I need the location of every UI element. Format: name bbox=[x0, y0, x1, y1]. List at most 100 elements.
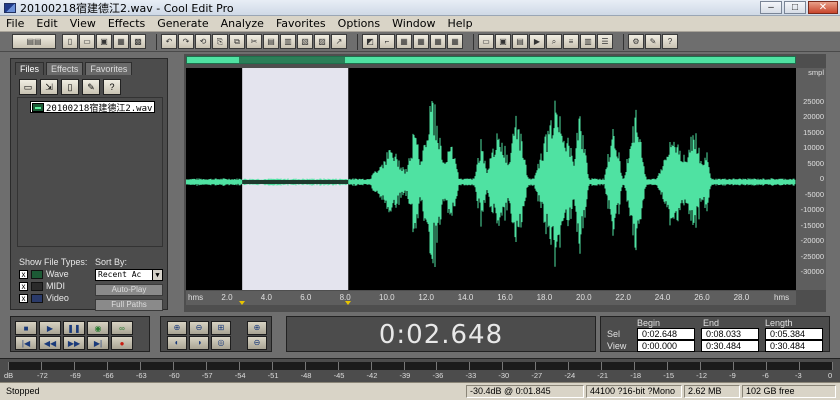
play-preview-icon[interactable]: ▶ bbox=[529, 34, 545, 49]
selection-begin-marker[interactable] bbox=[239, 301, 246, 305]
tab-favorites[interactable]: Favorites bbox=[85, 62, 133, 75]
loop-icon[interactable]: ∞ bbox=[111, 321, 133, 335]
full-paths-button[interactable]: Full Paths bbox=[95, 299, 163, 311]
app-icon[interactable] bbox=[4, 2, 16, 13]
window-view-icon[interactable]: ▭ bbox=[478, 34, 494, 49]
cue-list-icon[interactable]: ✎ bbox=[645, 34, 661, 49]
menu-analyze[interactable]: Analyze bbox=[215, 17, 270, 30]
zoom-left-icon[interactable]: ◐ bbox=[167, 336, 187, 350]
save-all-icon[interactable]: ▦ bbox=[113, 34, 129, 49]
view-end-field[interactable]: 0:30.484 bbox=[701, 340, 759, 352]
open-file-icon[interactable]: ▭ bbox=[79, 34, 95, 49]
view-begin-field[interactable]: 0:00.000 bbox=[637, 340, 695, 352]
new-file-icon[interactable]: ▯ bbox=[62, 34, 78, 49]
time-ruler[interactable]: hms 2.0 4.0 6.0 8.0 10.0 12.0 14.0 16.0 18.0 20.0 2… bbox=[186, 291, 796, 305]
edit-file-icon[interactable]: ✎ bbox=[82, 79, 100, 95]
play-to-end-icon[interactable]: ◉ bbox=[87, 321, 109, 335]
sort-by-select[interactable]: Recent Ac ▼ bbox=[95, 269, 163, 281]
time-tick-label: 6.0 bbox=[300, 293, 312, 302]
timecode-icon[interactable]: ≡ bbox=[563, 34, 579, 49]
list-icon[interactable]: ☰ bbox=[597, 34, 613, 49]
help-icon[interactable]: ? bbox=[662, 34, 678, 49]
help-icon[interactable]: ? bbox=[103, 79, 121, 95]
tab-files[interactable]: Files bbox=[15, 62, 45, 75]
undo-icon[interactable]: ↶ bbox=[161, 34, 177, 49]
tab-effects[interactable]: Effects bbox=[46, 62, 84, 75]
open-file-icon[interactable]: ▭ bbox=[19, 79, 37, 95]
overview-bar[interactable] bbox=[186, 56, 796, 64]
zoom-in-icon[interactable]: ⊕ bbox=[167, 321, 187, 335]
import-file-icon[interactable]: ⇲ bbox=[40, 79, 58, 95]
close-file-icon[interactable]: ▯ bbox=[61, 79, 79, 95]
zoom-full-icon[interactable]: ⊞ bbox=[211, 321, 231, 335]
maximize-button[interactable]: □ bbox=[784, 1, 806, 14]
menu-favorites[interactable]: Favorites bbox=[270, 17, 332, 30]
record-icon[interactable]: ● bbox=[111, 336, 133, 350]
sel-begin-field[interactable]: 0:02.648 bbox=[637, 328, 695, 340]
zoom-right-icon[interactable]: ◑ bbox=[189, 336, 209, 350]
close-file-icon[interactable]: ▩ bbox=[130, 34, 146, 49]
stop-icon[interactable]: ■ bbox=[15, 321, 37, 335]
scripts-icon[interactable]: ⚙ bbox=[628, 34, 644, 49]
go-to-start-icon[interactable]: |◀ bbox=[15, 336, 37, 350]
rewind-icon[interactable]: ◀◀ bbox=[39, 336, 61, 350]
menu-edit[interactable]: Edit bbox=[30, 17, 63, 30]
midi-checkbox[interactable]: x bbox=[19, 281, 28, 291]
snap-icon[interactable]: ↗ bbox=[331, 34, 347, 49]
paste-new-icon[interactable]: ▥ bbox=[280, 34, 296, 49]
overview-thumb[interactable] bbox=[239, 57, 345, 63]
mix-paste-icon[interactable]: ▧ bbox=[297, 34, 313, 49]
zoom-selection-icon[interactable]: ◎ bbox=[211, 336, 231, 350]
go-to-end-icon[interactable]: ▶| bbox=[87, 336, 109, 350]
menu-help[interactable]: Help bbox=[442, 17, 479, 30]
grid-view-3-icon[interactable]: ▦ bbox=[430, 34, 446, 49]
save-icon[interactable]: ▣ bbox=[96, 34, 112, 49]
zoom-in-vertical-icon[interactable]: ⊕ bbox=[247, 321, 267, 335]
menu-generate[interactable]: Generate bbox=[151, 17, 214, 30]
menu-effects[interactable]: Effects bbox=[102, 17, 151, 30]
fast-forward-icon[interactable]: ▶▶ bbox=[63, 336, 85, 350]
wave-checkbox[interactable]: x bbox=[19, 269, 28, 279]
find-icon[interactable]: ⌕ bbox=[546, 34, 562, 49]
spectral-view-icon[interactable]: ▣ bbox=[495, 34, 511, 49]
organizer-icon[interactable]: ▤ bbox=[512, 34, 528, 49]
selection-end-marker[interactable] bbox=[345, 301, 352, 305]
pause-icon[interactable]: ❚❚ bbox=[63, 321, 85, 335]
grid-view-icon[interactable]: ▦ bbox=[396, 34, 412, 49]
waveform-svg[interactable] bbox=[186, 68, 796, 290]
redo-icon[interactable]: ↷ bbox=[178, 34, 194, 49]
sel-length-field[interactable]: 0:05.384 bbox=[765, 328, 823, 340]
grid-view-2-icon[interactable]: ▦ bbox=[413, 34, 429, 49]
bits-icon[interactable]: ▥ bbox=[580, 34, 596, 49]
menu-view[interactable]: View bbox=[64, 17, 102, 30]
auto-play-button[interactable]: Auto-Play bbox=[95, 284, 163, 296]
multitrack-toggle-button[interactable]: ▤▤ bbox=[12, 34, 56, 49]
organizer-tabs: Files Effects Favorites bbox=[15, 62, 133, 75]
grid-view-4-icon[interactable]: ▦ bbox=[447, 34, 463, 49]
paste-icon[interactable]: ▤ bbox=[263, 34, 279, 49]
copy-icon[interactable]: ⎘ bbox=[212, 34, 228, 49]
waveform-display[interactable] bbox=[186, 68, 796, 290]
amplitude-tick-label: 0 bbox=[819, 174, 824, 183]
hybrid-tool-icon[interactable]: ◩ bbox=[362, 34, 378, 49]
view-length-field[interactable]: 0:30.484 bbox=[765, 340, 823, 352]
title-bar[interactable]: 20100218宿建德江2.wav - Cool Edit Pro – □ ✕ bbox=[0, 0, 840, 16]
menu-file[interactable]: File bbox=[0, 17, 30, 30]
trim-icon[interactable]: ▨ bbox=[314, 34, 330, 49]
cut-icon[interactable]: ✂ bbox=[246, 34, 262, 49]
chevron-down-icon[interactable]: ▼ bbox=[152, 270, 162, 280]
sel-end-field[interactable]: 0:08.033 bbox=[701, 328, 759, 340]
list-item[interactable]: 20100218宿建德江2.wav bbox=[30, 101, 156, 114]
menu-window[interactable]: Window bbox=[386, 17, 441, 30]
repeat-icon[interactable]: ⟲ bbox=[195, 34, 211, 49]
minimize-button[interactable]: – bbox=[760, 1, 782, 14]
play-icon[interactable]: ▶ bbox=[39, 321, 61, 335]
zoom-out-icon[interactable]: ⊖ bbox=[189, 321, 209, 335]
video-checkbox[interactable]: x bbox=[19, 293, 28, 303]
selection-tool-icon[interactable]: ⌐ bbox=[379, 34, 395, 49]
amplitude-tick-label: 5000 bbox=[807, 158, 824, 168]
menu-options[interactable]: Options bbox=[332, 17, 386, 30]
copy-to-new-icon[interactable]: ⧉ bbox=[229, 34, 245, 49]
close-button[interactable]: ✕ bbox=[808, 1, 838, 14]
zoom-out-vertical-icon[interactable]: ⊖ bbox=[247, 336, 267, 350]
